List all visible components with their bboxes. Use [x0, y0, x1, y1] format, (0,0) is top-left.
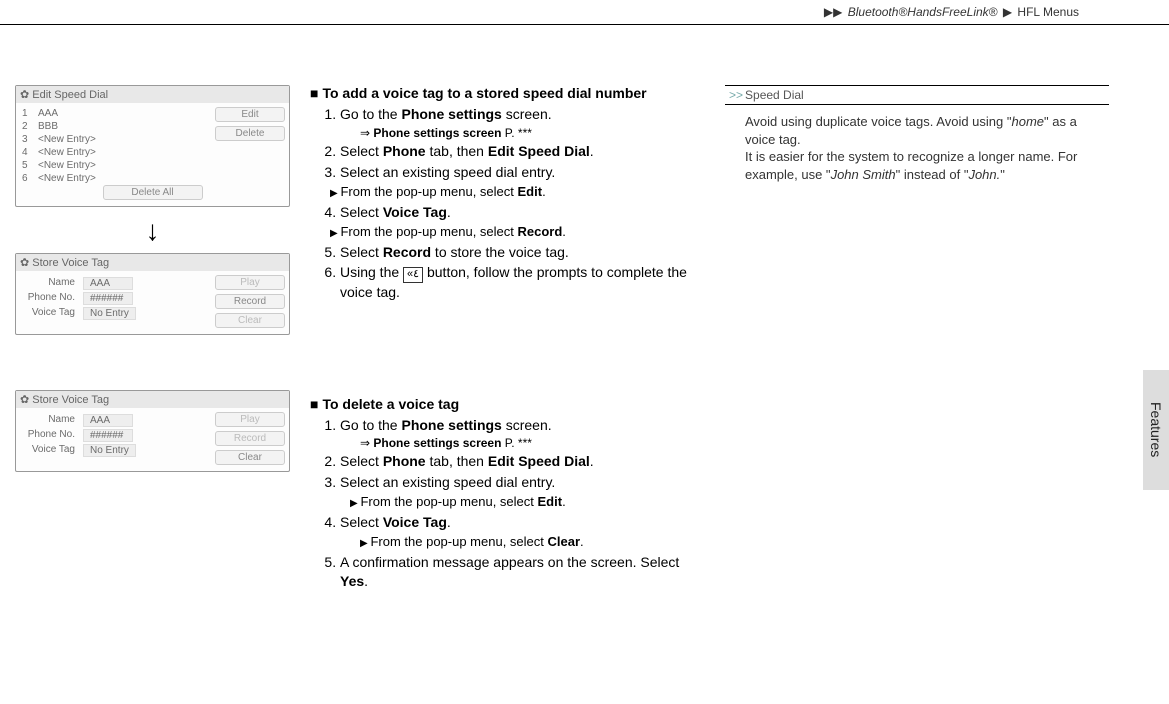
section-heading-delete: ■To delete a voice tag — [310, 396, 705, 412]
step: Select an existing speed dial entry. — [340, 473, 705, 492]
steps-del-cont2: Select Voice Tag. — [310, 513, 705, 532]
section-heading-add: ■To add a voice tag to a stored speed di… — [310, 85, 705, 101]
screenshot-store-voice-tag-2: Store Voice Tag NameAAA Phone No.###### … — [15, 390, 290, 472]
breadcrumb: ▶▶ Bluetooth®HandsFreeLink® ▶ HFL Menus — [822, 5, 1079, 19]
screenshot-title: Store Voice Tag — [16, 391, 289, 408]
step: Select an existing speed dial entry. — [340, 163, 705, 182]
breadcrumb-arrow: ▶▶ — [824, 5, 842, 19]
screenshot-store-voice-tag-1: Store Voice Tag NameAAA Phone No.###### … — [15, 253, 290, 335]
ss-delete-all-button: Delete All — [103, 185, 203, 200]
step: Select Phone tab, then Edit Speed Dial. — [340, 142, 705, 161]
ss-record-button: Record — [215, 431, 285, 446]
ss-edit-button: Edit — [215, 107, 285, 122]
step: Using the «٤ button, follow the prompts … — [340, 263, 705, 301]
ss-delete-button: Delete — [215, 126, 285, 141]
steps-add-cont2: Select Voice Tag. — [310, 203, 705, 222]
ss-play-button: Play — [215, 412, 285, 427]
steps-del-cont: Select Phone tab, then Edit Speed Dial. … — [310, 452, 705, 492]
step: Select Voice Tag. — [340, 203, 705, 222]
side-tab-label: Features — [1148, 402, 1164, 457]
down-arrow-icon: ↓ — [15, 217, 290, 245]
steps-del: Go to the Phone settings screen. — [310, 416, 705, 435]
substep: From the pop-up menu, select Clear. — [310, 534, 705, 549]
tips-heading: >>Speed Dial — [725, 85, 1109, 105]
screenshot-edit-speed-dial: Edit Speed Dial 1AAA 2BBB 3<New Entry> 4… — [15, 85, 290, 207]
crossref: Phone settings screen P. *** — [310, 436, 705, 450]
crossref: Phone settings screen P. *** — [310, 126, 705, 140]
steps-del-cont3: A confirmation message appears on the sc… — [310, 553, 705, 591]
steps-add-cont3: Select Record to store the voice tag. Us… — [310, 243, 705, 302]
screenshot-title: Edit Speed Dial — [16, 86, 289, 103]
ss-clear-button: Clear — [215, 313, 285, 328]
ss-clear-button: Clear — [215, 450, 285, 465]
screenshot-title: Store Voice Tag — [16, 254, 289, 271]
step: Select Voice Tag. — [340, 513, 705, 532]
steps-add-cont: Select Phone tab, then Edit Speed Dial. … — [310, 142, 705, 182]
step: Select Record to store the voice tag. — [340, 243, 705, 262]
step: A confirmation message appears on the sc… — [340, 553, 705, 591]
step: Go to the Phone settings screen. — [340, 105, 705, 124]
step: Go to the Phone settings screen. — [340, 416, 705, 435]
breadcrumb-sep: ▶ — [1003, 5, 1012, 19]
tips-body: Avoid using duplicate voice tags. Avoid … — [725, 105, 1109, 191]
header-divider — [0, 24, 1169, 25]
ss-record-button: Record — [215, 294, 285, 309]
step: Select Phone tab, then Edit Speed Dial. — [340, 452, 705, 471]
substep: From the pop-up menu, select Edit. — [310, 184, 705, 199]
breadcrumb-product: Bluetooth®HandsFreeLink® — [848, 5, 998, 19]
substep: From the pop-up menu, select Edit. — [310, 494, 705, 509]
steps-add: Go to the Phone settings screen. — [310, 105, 705, 124]
ss-play-button: Play — [215, 275, 285, 290]
substep: From the pop-up menu, select Record. — [310, 224, 705, 239]
side-tab-features: Features — [1143, 370, 1169, 490]
breadcrumb-section: HFL Menus — [1017, 5, 1079, 19]
talk-icon: «٤ — [403, 267, 423, 282]
